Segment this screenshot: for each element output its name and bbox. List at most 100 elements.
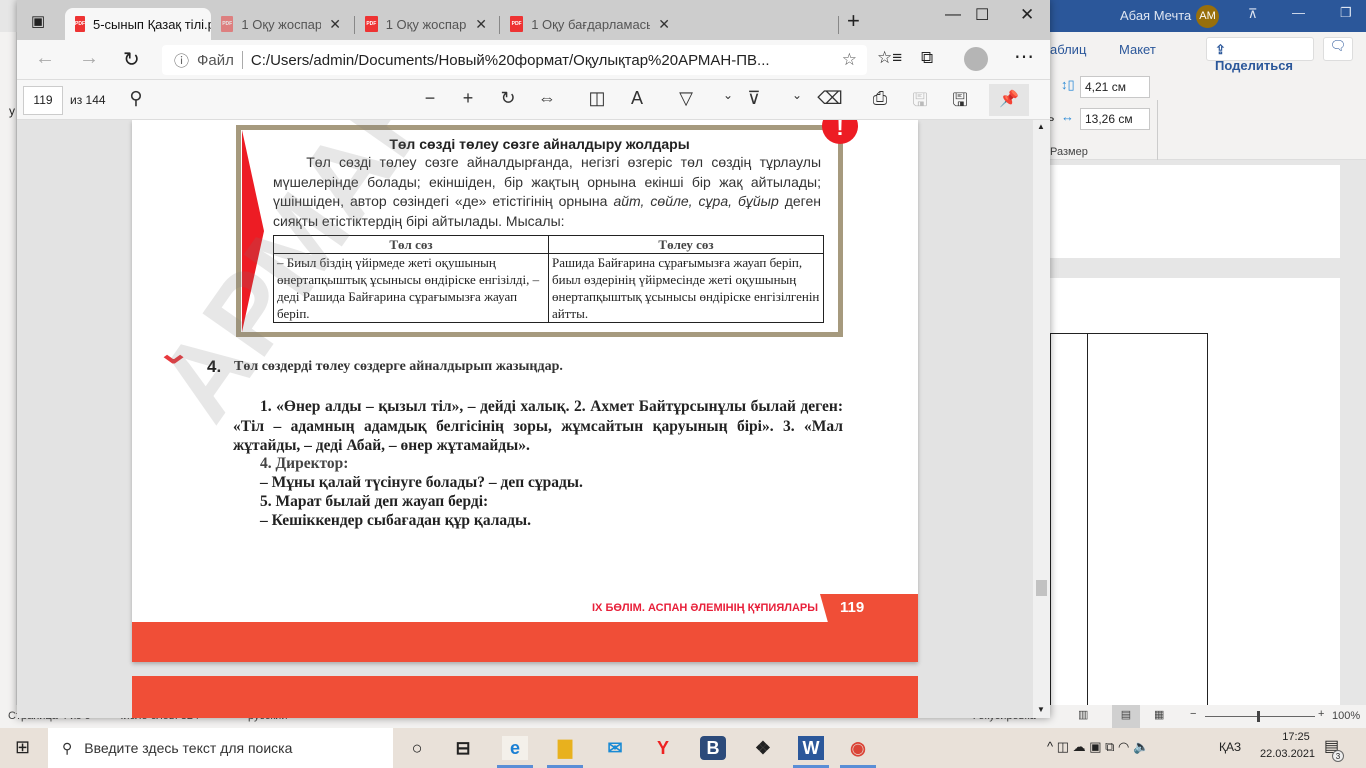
clock-time[interactable]: 17:25 <box>1267 731 1325 743</box>
close-icon[interactable]: ✕ <box>1020 5 1034 25</box>
tab[interactable]: PDF 1 Оқу бағдарламасы_Қа ✕ <box>500 8 680 40</box>
url-text: C:/Users/admin/Documents/Новый%20формат/… <box>250 51 770 69</box>
forward-icon[interactable]: → <box>79 47 99 70</box>
tray-icons[interactable]: ^ ◫ ☁ ▣ ⧉ ◠ 🔈 <box>1047 739 1149 755</box>
search-placeholder: Введите здесь текст для поиска <box>84 740 293 756</box>
clock-date[interactable]: 22.03.2021 <box>1260 748 1315 760</box>
tab-active[interactable]: PDF5-сынып Қазақ тілі.pdf✕ <box>65 8 211 40</box>
more-icon[interactable]: ⋯ <box>1014 44 1034 69</box>
close-tab-icon[interactable]: ✕ <box>658 16 670 33</box>
word-icon[interactable]: W <box>798 736 824 760</box>
tab-actions-icon[interactable]: ▣ <box>31 12 45 30</box>
address-input[interactable]: ⓘ Файл C:/Users/admin/Documents/Новый%20… <box>162 45 867 75</box>
close-tab-icon[interactable]: ✕ <box>475 16 487 33</box>
pdf-icon: PDF <box>365 16 378 32</box>
save-as-icon[interactable]: 🖫 <box>947 88 973 118</box>
favorites-icon[interactable]: ☆≡ <box>877 48 902 68</box>
close-tab-icon[interactable]: ✕ <box>329 16 341 33</box>
highlight-icon[interactable]: ⊽ <box>741 88 767 109</box>
new-tab-button[interactable]: + <box>847 8 860 34</box>
chevron-marker-icon: ⌄ <box>156 337 192 370</box>
search-icon[interactable]: ⚲ <box>123 88 149 109</box>
scroll-thumb[interactable] <box>1036 580 1047 596</box>
back-icon[interactable]: ← <box>35 47 55 70</box>
add-favorite-icon[interactable]: ☆ <box>842 50 857 70</box>
exercise-number: 4. <box>207 357 222 376</box>
mail-icon[interactable]: ✉ <box>602 736 628 760</box>
fit-page-icon[interactable]: ⇔ <box>534 88 560 109</box>
word-left-edge: у <box>0 32 17 705</box>
page-total: из 144 <box>70 93 106 107</box>
zoom-level[interactable]: 100% <box>1332 710 1360 722</box>
zoom-out[interactable]: − <box>1190 708 1196 720</box>
zoom-slider[interactable] <box>1205 711 1315 722</box>
collections-icon[interactable]: ⧉ <box>921 48 933 68</box>
task-view-icon[interactable]: ⊟ <box>450 736 476 760</box>
height-input[interactable]: 4,21 см <box>1080 76 1150 98</box>
word-ribbon: аблиц Макет ⇪ Поделиться 🗨 ↕▯ 4,21 см ь … <box>1048 32 1366 188</box>
windows-start-icon[interactable]: ⊞ <box>15 737 30 758</box>
size-group-label: Размер <box>1050 146 1088 158</box>
yandex-icon[interactable]: Y <box>650 736 676 760</box>
page-number-input[interactable]: 119 <box>23 86 63 115</box>
tab[interactable]: PDF 1 Оқу жоспары_Қазақ т ✕ <box>211 8 351 40</box>
search-icon: ⚲ <box>62 739 73 756</box>
restore-icon[interactable]: ❐ <box>1340 5 1352 21</box>
print-icon[interactable]: ⎙ <box>867 88 893 109</box>
share-label: Поделиться <box>1215 58 1294 73</box>
url-scheme-label: Файл <box>197 51 234 69</box>
chrome-icon[interactable]: ◉ <box>845 736 871 760</box>
web-layout-icon[interactable]: ▦ <box>1154 708 1164 721</box>
edge-icon[interactable]: e <box>502 736 528 760</box>
pdf-page: Төл сөзді төлеу сөзге айналдыру жолдары … <box>132 120 918 662</box>
minimize-icon[interactable]: — <box>945 6 961 24</box>
print-layout-icon[interactable]: ▤ <box>1112 705 1140 728</box>
tab-layout[interactable]: Макет <box>1119 42 1156 57</box>
tab[interactable]: PDF 1 Оқу жоспары_Қазақ т ✕ <box>355 8 497 40</box>
input-language[interactable]: ҚАЗ <box>1219 740 1241 754</box>
share-button[interactable]: ⇪ Поделиться <box>1206 37 1314 73</box>
taskbar-search[interactable]: ⚲ Введите здесь текст для поиска <box>48 728 393 768</box>
zoom-in-icon[interactable]: + <box>455 88 481 109</box>
minimize-icon[interactable]: — <box>1292 5 1305 20</box>
rule-box: Төл сөзді төлеу сөзге айналдыру жолдары … <box>236 125 843 337</box>
scroll-down-icon[interactable]: ▼ <box>1037 705 1045 714</box>
rule-title: Төл сөзді төлеу сөзге айналдыру жолдары <box>389 136 690 152</box>
file-explorer-icon[interactable]: ▇ <box>552 736 578 760</box>
exercise-text: – Мұны қалай түсінуге болады? – деп сұра… <box>260 474 583 491</box>
eraser-icon[interactable]: ⌫ <box>817 88 843 109</box>
read-mode-icon[interactable]: ▥ <box>1078 708 1088 721</box>
chevron-down-icon[interactable]: ⌄ <box>715 88 741 102</box>
pin-toolbar-icon[interactable]: 📌 <box>989 84 1029 116</box>
avatar[interactable]: AM <box>1196 5 1219 28</box>
scroll-up-icon[interactable]: ▲ <box>1037 122 1045 131</box>
pdf-icon: PDF <box>75 16 85 32</box>
ribbon-display-icon[interactable]: ⊼ <box>1248 6 1258 22</box>
pdf-viewport: Төл сөзді төлеу сөзге айналдыру жолдары … <box>17 120 1033 718</box>
save-icon[interactable]: 🖫 <box>907 88 933 118</box>
draw-icon[interactable]: ▽ <box>673 88 699 109</box>
tab-table[interactable]: аблиц <box>1050 42 1086 57</box>
vk-app-icon[interactable]: B <box>700 736 726 760</box>
notification-count: 3 <box>1332 750 1344 762</box>
rotate-icon[interactable]: ↻ <box>495 88 521 109</box>
red-triangle-decoration <box>242 130 264 332</box>
dropbox-icon[interactable]: ❖ <box>750 736 776 760</box>
pdf-page-next <box>132 676 918 718</box>
page-view-icon[interactable]: ◫ <box>584 88 610 109</box>
comments-button[interactable]: 🗨 <box>1323 37 1353 61</box>
refresh-icon[interactable]: ↻ <box>123 47 140 72</box>
footer-section: IX БӨЛІМ. АСПАН ӘЛЕМІНІҢ ҚҰПИЯЛАРЫ <box>592 602 819 614</box>
read-aloud-icon[interactable]: A <box>624 88 650 109</box>
profile-icon[interactable] <box>964 47 988 71</box>
exercise-text: 5. Марат былай деп жауап берді: <box>260 493 489 510</box>
exercise-text: – Кешіккендер сыбағадан құр қалады. <box>260 512 531 529</box>
zoom-in[interactable]: + <box>1318 708 1324 720</box>
cortana-icon[interactable]: ○ <box>404 736 430 760</box>
maximize-icon[interactable]: ☐ <box>975 5 989 25</box>
chevron-down-icon[interactable]: ⌄ <box>784 88 810 102</box>
zoom-out-icon[interactable]: − <box>417 88 443 109</box>
vertical-scrollbar[interactable]: ▲ ▼ <box>1033 120 1050 718</box>
info-icon: ⓘ <box>174 52 190 70</box>
width-input[interactable]: 13,26 см <box>1080 108 1150 130</box>
